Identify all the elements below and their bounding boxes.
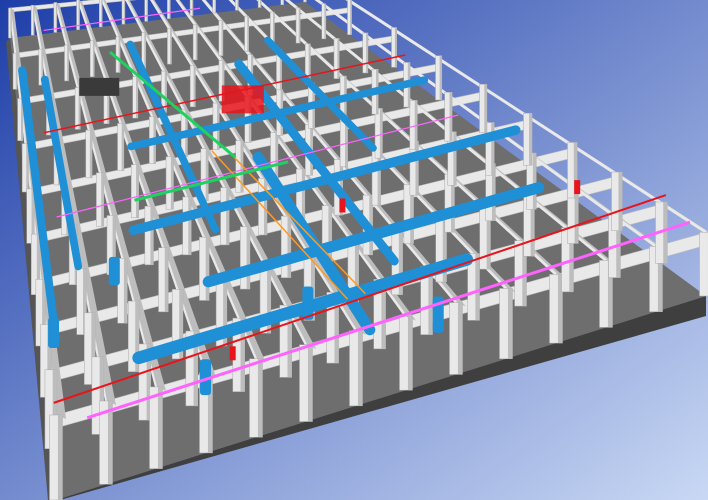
column-shade — [221, 20, 223, 56]
column-shade — [439, 55, 442, 100]
column-shade — [169, 0, 171, 19]
column-shade — [170, 156, 174, 210]
sprinkler-riser-room — [221, 85, 264, 114]
column-shade — [157, 386, 163, 469]
column-shade — [282, 0, 284, 5]
duct-drop — [108, 256, 120, 286]
column-shade — [257, 358, 263, 438]
column-shade — [146, 0, 148, 22]
column-shade — [101, 0, 103, 27]
column-shade — [453, 131, 457, 186]
bim-3d-viewport[interactable] — [0, 0, 708, 500]
column-shade — [287, 216, 291, 278]
column-shade — [101, 172, 104, 227]
column-shade — [357, 330, 363, 406]
column-shade — [15, 53, 18, 90]
column-shade — [337, 38, 340, 79]
column-shade — [150, 206, 154, 265]
column-shade — [33, 5, 35, 36]
column-shade — [164, 247, 169, 312]
column-shade — [618, 172, 623, 231]
column-shade — [237, 0, 239, 11]
column-shade — [205, 237, 210, 301]
column-shade — [214, 0, 216, 14]
column-shade — [55, 2, 57, 33]
column-shade — [226, 187, 230, 245]
column-shade — [407, 316, 413, 391]
column-shade — [307, 344, 313, 422]
column-shade — [89, 130, 93, 178]
column-shade — [57, 415, 63, 500]
column-shade — [144, 32, 146, 69]
column-shade — [264, 178, 268, 235]
column-shade — [394, 27, 397, 68]
column-shade — [188, 196, 192, 255]
column-shade — [67, 44, 69, 81]
column-shade — [663, 201, 668, 264]
column-shade — [118, 36, 121, 73]
column-shade — [457, 302, 463, 375]
mep-model-scene[interactable] — [0, 0, 708, 500]
column-shade — [121, 123, 124, 171]
column-shade — [379, 108, 383, 159]
column-shade — [260, 0, 262, 8]
column-shade — [491, 122, 495, 176]
column-shade — [350, 0, 352, 35]
column-shade — [136, 164, 139, 218]
duct-drop — [48, 317, 60, 349]
column-shade — [324, 3, 326, 39]
column-shade — [123, 258, 128, 324]
column-shade — [123, 0, 125, 25]
column-shade — [92, 40, 95, 77]
column-shade — [529, 113, 533, 166]
column-shade — [107, 400, 113, 485]
column-shade — [205, 148, 209, 201]
mech-equipment — [79, 77, 120, 96]
column-shade — [377, 150, 381, 206]
column — [699, 232, 708, 297]
valve-tag — [574, 180, 581, 195]
column-shade — [532, 152, 537, 210]
valve-tag — [229, 346, 236, 361]
column-shade — [305, 0, 307, 2]
column-shade — [366, 32, 368, 73]
column-shade — [195, 24, 198, 60]
column-shade — [247, 16, 249, 52]
column-shade — [191, 0, 194, 16]
column-shade — [10, 8, 12, 38]
column-shade — [475, 253, 480, 321]
column-shade — [484, 84, 487, 133]
column-shade — [170, 28, 172, 65]
column-shade — [246, 226, 250, 290]
column-shade — [507, 288, 513, 359]
valve-tag — [339, 198, 346, 213]
column-shade — [298, 7, 301, 44]
